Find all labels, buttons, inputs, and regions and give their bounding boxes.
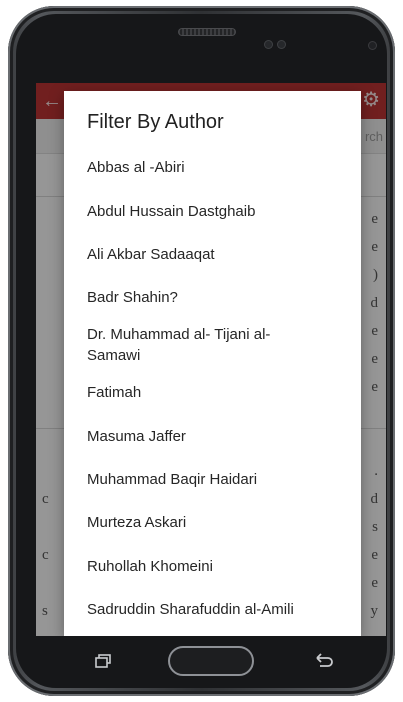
earpiece-speaker bbox=[178, 28, 236, 36]
author-option[interactable]: Fatimah bbox=[87, 382, 337, 403]
front-camera bbox=[369, 42, 376, 49]
dialog-layer: Filter By Author Abbas al -Abiri Abdul H… bbox=[36, 83, 386, 636]
author-option[interactable]: Muhammad Baqir Haidari bbox=[87, 469, 337, 490]
author-option[interactable]: Ruhollah Khomeini bbox=[87, 556, 337, 577]
system-nav-bar bbox=[36, 636, 386, 686]
back-icon[interactable] bbox=[314, 652, 334, 668]
author-option[interactable]: Ali Akbar Sadaaqat bbox=[87, 244, 337, 265]
author-option[interactable]: Sadruddin Sharafuddin al-Amili bbox=[87, 599, 357, 620]
author-option[interactable]: Dr. Muhammad al- Tijani al-Samawi bbox=[87, 324, 323, 366]
author-option[interactable]: Badr Shahin? bbox=[87, 287, 337, 308]
proximity-sensor bbox=[264, 40, 273, 49]
filter-by-author-dialog: Filter By Author Abbas al -Abiri Abdul H… bbox=[64, 91, 361, 636]
author-option[interactable]: Murteza Askari bbox=[87, 512, 337, 533]
light-sensor bbox=[277, 40, 286, 49]
dialog-title: Filter By Author bbox=[87, 111, 224, 133]
author-option[interactable]: Abbas al -Abiri bbox=[87, 157, 337, 178]
recent-apps-icon[interactable] bbox=[95, 654, 111, 668]
author-option[interactable]: Masuma Jaffer bbox=[87, 426, 337, 447]
home-button[interactable] bbox=[168, 646, 254, 676]
author-option[interactable]: Abdul Hussain Dastghaib bbox=[87, 201, 337, 222]
